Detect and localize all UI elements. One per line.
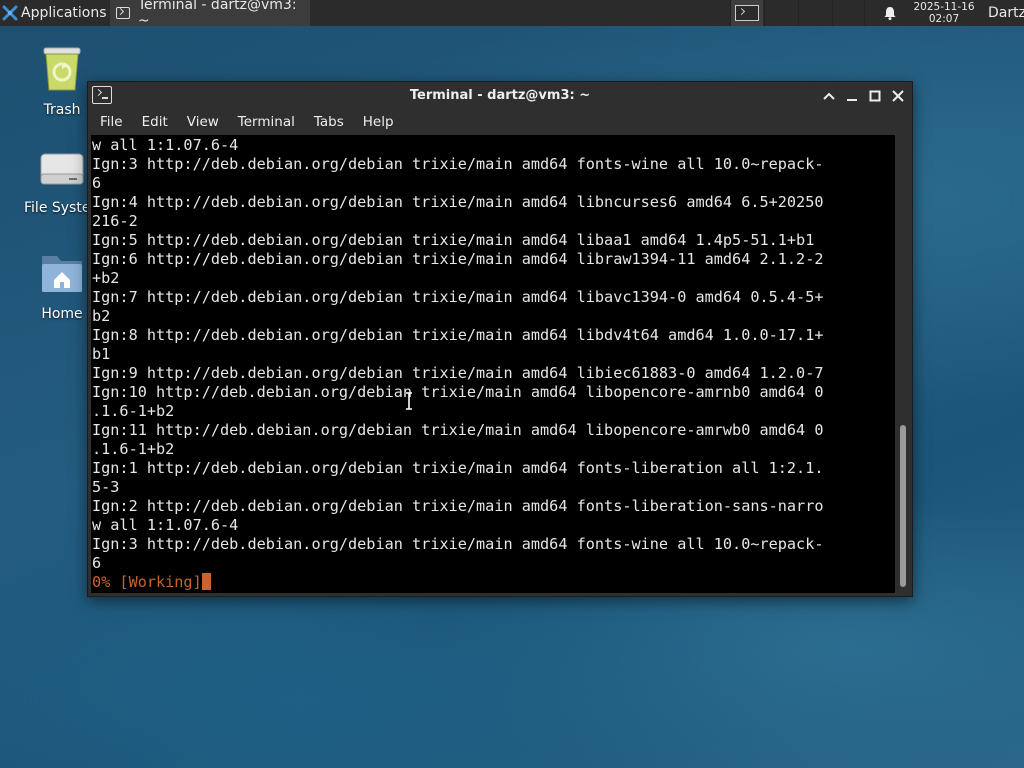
terminal-line: 6	[92, 554, 102, 572]
terminal-line: .1.6-1+b2	[92, 402, 175, 420]
home-folder-icon	[42, 256, 82, 292]
terminal-line: w all 1:1.07.6-4	[92, 136, 239, 154]
terminal-line: Ign:2 http://deb.debian.org/debian trixi…	[92, 497, 824, 515]
taskbar-terminal-label: Terminal - dartz@vm3: ~	[137, 0, 297, 29]
scrollbar-thumb[interactable]	[900, 425, 906, 587]
applications-label: Applications	[21, 5, 107, 21]
progress-text: 0% [Working]	[92, 573, 202, 591]
workspace-4[interactable]	[832, 0, 865, 26]
menu-tabs[interactable]: Tabs	[306, 114, 352, 130]
terminal-window: Terminal - dartz@vm3: ~ File Edit View T…	[87, 81, 913, 597]
terminal-text: w all 1:1.07.6-4 Ign:3 http://deb.debian.…	[91, 136, 824, 592]
terminal-line: Ign:3 http://deb.debian.org/debian trixi…	[92, 535, 824, 553]
terminal-line: Ign:6 http://deb.debian.org/debian trixi…	[92, 250, 824, 268]
terminal-progress-line: 0% [Working]	[92, 573, 824, 592]
menu-terminal[interactable]: Terminal	[230, 114, 303, 130]
terminal-line: Ign:10 http://deb.debian.org/debian trix…	[92, 383, 824, 401]
panel-clock[interactable]: 2025-11-16 02:07	[906, 1, 982, 25]
terminal-line: +b2	[92, 269, 120, 287]
maximize-window-icon[interactable]	[866, 87, 884, 105]
menu-view[interactable]: View	[179, 114, 227, 130]
applications-menu-button[interactable]: Applications	[0, 0, 111, 26]
clock-date: 2025-11-16	[913, 1, 975, 13]
window-menubar: File Edit View Terminal Tabs Help	[88, 110, 912, 134]
terminal-icon	[116, 7, 130, 19]
terminal-line: Ign:9 http://deb.debian.org/debian trixi…	[92, 364, 824, 382]
terminal-line: Ign:3 http://deb.debian.org/debian trixi…	[92, 155, 824, 173]
notification-bell-icon[interactable]	[882, 5, 898, 21]
terminal-line: 5-3	[92, 478, 120, 496]
clock-time: 02:07	[928, 13, 960, 25]
terminal-line: w all 1:1.07.6-4	[92, 516, 239, 534]
terminal-scrollbar[interactable]	[897, 135, 909, 593]
close-window-icon[interactable]	[889, 87, 907, 105]
workspace-3[interactable]	[798, 0, 831, 26]
menu-help[interactable]: Help	[355, 114, 402, 130]
workspace-2[interactable]	[764, 0, 797, 26]
trash-icon	[43, 47, 81, 91]
workspace-1[interactable]	[730, 0, 763, 26]
window-title: Terminal - dartz@vm3: ~	[409, 88, 591, 103]
terminal-line: .1.6-1+b2	[92, 440, 175, 458]
top-panel: Applications Terminal - dartz@vm3: ~ 202…	[0, 0, 1024, 29]
window-titlebar[interactable]: Terminal - dartz@vm3: ~	[88, 82, 912, 110]
terminal-cursor	[201, 573, 211, 590]
desktop-icon-file-system-label: File System	[24, 200, 92, 216]
terminal-line: Ign:5 http://deb.debian.org/debian trixi…	[92, 231, 815, 249]
shade-window-icon[interactable]	[820, 87, 838, 105]
minimize-window-icon[interactable]	[843, 87, 861, 105]
terminal-output[interactable]: w all 1:1.07.6-4 Ign:3 http://deb.debian.…	[91, 135, 895, 593]
drive-icon	[40, 153, 84, 185]
text-cursor-ibeam-icon	[406, 392, 412, 410]
workspace-window-thumbnail	[735, 5, 759, 21]
taskbar-terminal-button[interactable]: Terminal - dartz@vm3: ~	[110, 0, 310, 29]
terminal-line: b2	[92, 307, 111, 325]
xfce-logo-icon	[2, 5, 18, 21]
terminal-line: Ign:11 http://deb.debian.org/debian trix…	[92, 421, 824, 439]
menu-edit[interactable]: Edit	[134, 114, 176, 130]
terminal-line: 6	[92, 174, 102, 192]
user-menu[interactable]: Dartz	[988, 0, 1024, 26]
terminal-line: b1	[92, 345, 111, 363]
terminal-line: Ign:1 http://deb.debian.org/debian trixi…	[92, 459, 824, 477]
terminal-line: Ign:7 http://deb.debian.org/debian trixi…	[92, 288, 824, 306]
menu-file[interactable]: File	[92, 114, 131, 130]
terminal-line: Ign:4 http://deb.debian.org/debian trixi…	[92, 193, 824, 211]
terminal-line: 216-2	[92, 212, 138, 230]
terminal-line: Ign:8 http://deb.debian.org/debian trixi…	[92, 326, 824, 344]
